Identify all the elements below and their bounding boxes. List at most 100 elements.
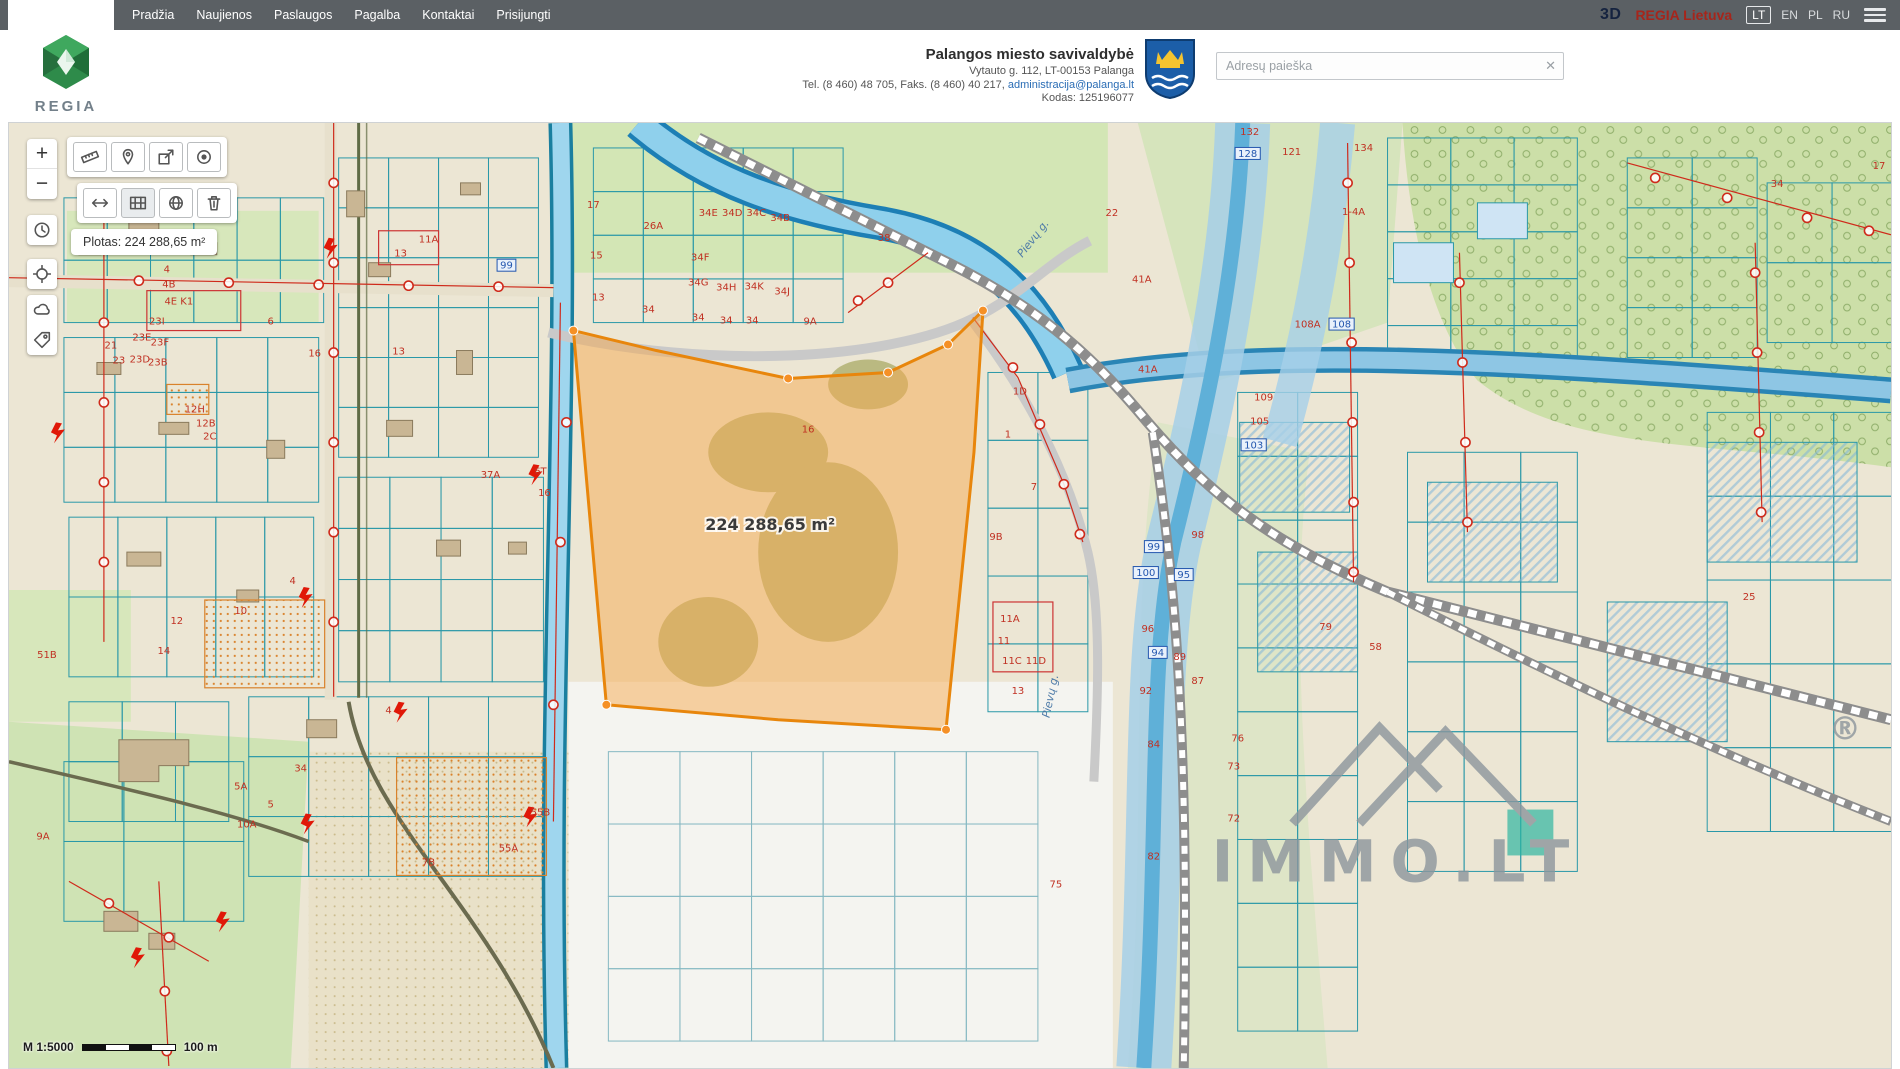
cloud-icon: [33, 301, 51, 319]
svg-text:7B: 7B: [422, 857, 435, 868]
history-button[interactable]: [27, 215, 57, 245]
nav-menu: PradžiaNaujienosPaslaugosPagalbaKontakta…: [122, 1, 561, 29]
municipality-address: Vytauto g. 112, LT-00153 Palanga: [802, 65, 1134, 79]
svg-text:84: 84: [1147, 740, 1160, 751]
nav-item-paslaugos[interactable]: Paslaugos: [264, 1, 342, 29]
map-toolbar-secondary: [77, 183, 237, 223]
nav-item-naujienos[interactable]: Naujienos: [186, 1, 262, 29]
lang-switcher: LT EN PL RU: [1746, 6, 1850, 24]
svg-text:34K: 34K: [745, 282, 765, 293]
globe-refresh-icon: [166, 194, 186, 212]
svg-text:34: 34: [692, 313, 705, 324]
svg-text:12H: 12H: [185, 404, 205, 415]
tags-button[interactable]: [27, 325, 57, 355]
select-point-button[interactable]: [187, 142, 221, 172]
regia-lietuva-link[interactable]: REGIA Lietuva: [1635, 7, 1732, 23]
svg-text:41A: 41A: [1138, 364, 1158, 375]
svg-text:2C: 2C: [203, 431, 216, 442]
search-clear-icon[interactable]: ✕: [1545, 58, 1556, 74]
clear-measurement-button[interactable]: [197, 188, 231, 218]
svg-text:23B: 23B: [148, 357, 168, 368]
svg-text:5A: 5A: [234, 782, 247, 793]
svg-text:87: 87: [1191, 676, 1204, 687]
svg-text:4: 4: [385, 706, 391, 717]
svg-text:5: 5: [268, 800, 274, 811]
lang-ru[interactable]: RU: [1833, 8, 1850, 22]
svg-text:11: 11: [998, 636, 1011, 647]
nav-item-prisijungti[interactable]: Prisijungti: [486, 1, 560, 29]
nav-item-pradžia[interactable]: Pradžia: [122, 1, 184, 29]
export-icon: [156, 148, 176, 166]
page-header: REGIA Palangos miesto savivaldybė Vytaut…: [0, 30, 1900, 122]
measure-area-button[interactable]: [121, 188, 155, 218]
locate-button[interactable]: [27, 259, 57, 289]
add-marker-button[interactable]: [111, 142, 145, 172]
zoom-in-button[interactable]: +: [27, 139, 57, 169]
svg-text:34C: 34C: [746, 208, 766, 219]
hamburger-menu-icon[interactable]: [1864, 8, 1886, 22]
scale-ratio: M 1:5000: [23, 1040, 74, 1054]
svg-text:34: 34: [720, 316, 733, 327]
export-button[interactable]: [149, 142, 183, 172]
top-navbar: PradžiaNaujienosPaslaugosPagalbaKontakta…: [0, 0, 1900, 30]
watermark-registered-mark: ®: [1829, 710, 1861, 748]
svg-text:34: 34: [294, 764, 307, 775]
lang-pl[interactable]: PL: [1808, 8, 1823, 22]
search-input[interactable]: [1216, 52, 1564, 80]
map-canvas[interactable]: 44B4E K123I2123E23F2323D23B12H12B2C16611…: [8, 122, 1892, 1069]
municipality-email-link[interactable]: administracija@palanga.lt: [1008, 79, 1134, 91]
svg-text:95: 95: [1177, 570, 1190, 581]
svg-text:55A: 55A: [499, 843, 519, 854]
svg-text:34B: 34B: [770, 213, 790, 224]
weather-button[interactable]: [27, 295, 57, 325]
svg-text:4E K1: 4E K1: [164, 297, 193, 308]
svg-text:10: 10: [234, 606, 247, 617]
regia-logo-text: REGIA: [26, 98, 106, 115]
svg-text:13: 13: [392, 347, 405, 358]
svg-text:17: 17: [587, 200, 600, 211]
nav-item-kontaktai[interactable]: Kontaktai: [412, 1, 484, 29]
svg-text:92: 92: [1139, 686, 1152, 697]
municipality-contacts: Tel. (8 460) 48 705, Faks. (8 460) 40 21…: [802, 79, 1134, 93]
ruler-icon: [80, 148, 100, 166]
municipality-phone: Tel. (8 460) 48 705, Faks. (8 460) 40 21…: [802, 79, 1007, 91]
svg-text:89: 89: [1173, 652, 1186, 663]
area-ruler-icon: [128, 194, 148, 212]
svg-text:11C: 11C: [1002, 656, 1022, 667]
svg-text:34G: 34G: [688, 278, 708, 289]
nav-right: 3D REGIA Lietuva LT EN PL RU: [1600, 6, 1900, 24]
measure-distance-button[interactable]: [83, 188, 117, 218]
svg-text:34J: 34J: [774, 287, 790, 298]
svg-text:82: 82: [1147, 851, 1160, 862]
svg-text:134: 134: [1354, 143, 1373, 154]
svg-text:11D: 11D: [1026, 656, 1047, 667]
svg-text:121: 121: [1282, 147, 1301, 158]
svg-text:105: 105: [1250, 416, 1269, 427]
measure-length-button[interactable]: [73, 142, 107, 172]
svg-text:26A: 26A: [644, 221, 664, 232]
svg-text:14: 14: [157, 646, 170, 657]
target-icon: [194, 148, 214, 166]
refresh-view-button[interactable]: [159, 188, 193, 218]
svg-text:21: 21: [105, 341, 118, 352]
svg-text:99: 99: [500, 261, 513, 272]
svg-text:13: 13: [1012, 686, 1025, 697]
lang-lt[interactable]: LT: [1746, 6, 1771, 24]
svg-text:99: 99: [1147, 542, 1160, 553]
zoom-out-button[interactable]: −: [27, 169, 57, 199]
regia-logo[interactable]: REGIA: [26, 33, 106, 115]
view-3d-button[interactable]: 3D: [1600, 6, 1621, 24]
address-search: ✕: [1216, 52, 1564, 80]
svg-text:9A: 9A: [36, 831, 49, 842]
nav-item-pagalba[interactable]: Pagalba: [344, 1, 410, 29]
lang-en[interactable]: EN: [1781, 8, 1798, 22]
svg-text:23E: 23E: [132, 333, 151, 344]
svg-text:72: 72: [1227, 814, 1240, 825]
map-image: 44B4E K123I2123E23F2323D23B12H12B2C16611…: [9, 123, 1891, 1068]
svg-text:10A: 10A: [237, 820, 257, 831]
svg-text:108A: 108A: [1295, 320, 1321, 331]
svg-text:4: 4: [164, 265, 170, 276]
svg-text:23I: 23I: [149, 317, 165, 328]
municipality-info: Palangos miesto savivaldybė Vytauto g. 1…: [802, 30, 1134, 106]
svg-text:16: 16: [802, 424, 815, 435]
